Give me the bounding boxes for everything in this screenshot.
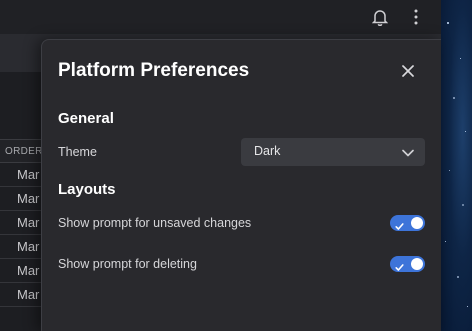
platform-preferences-dialog: Platform Preferences General Theme Dark … (41, 39, 441, 331)
section-title-layouts: Layouts (58, 181, 116, 198)
notifications-bell-icon[interactable] (368, 5, 392, 29)
toggle-knob (411, 217, 423, 229)
deleting-prompt-toggle[interactable] (390, 256, 425, 272)
toggle-knob (411, 258, 423, 270)
more-vertical-icon[interactable] (404, 5, 428, 29)
theme-select[interactable]: Dark (241, 138, 425, 166)
theme-select-value: Dark (254, 144, 281, 158)
check-icon (395, 259, 404, 271)
dialog-title: Platform Preferences (58, 60, 250, 81)
close-icon[interactable] (399, 62, 417, 80)
unsaved-changes-prompt-toggle[interactable] (390, 215, 425, 231)
section-title-general: General (58, 110, 114, 127)
deleting-prompt-label: Show prompt for deleting (58, 257, 197, 271)
top-app-bar (0, 0, 441, 34)
starfield-background (441, 0, 472, 331)
theme-label: Theme (58, 145, 97, 159)
check-icon (395, 218, 404, 230)
unsaved-changes-prompt-label: Show prompt for unsaved changes (58, 216, 252, 230)
chevron-down-icon (401, 146, 415, 158)
